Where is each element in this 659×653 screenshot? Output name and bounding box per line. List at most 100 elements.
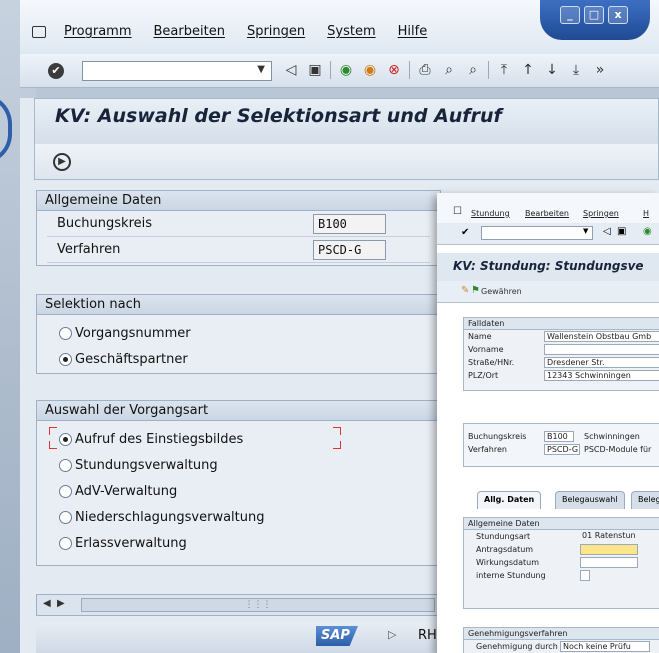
row-label: Stundungsart [476,532,531,541]
tab-belegauswahl[interactable]: Belegauswahl [555,491,625,509]
scroll-right-icon[interactable]: ▶ [57,598,65,609]
row-label: Genehmigung durch [476,642,558,651]
enter-icon[interactable]: ✔ [461,227,469,238]
buchungskreis-field[interactable]: B100 [313,214,386,234]
overlay-menu-item[interactable]: Stundung [471,209,510,218]
menu-bar: Programm Bearbeiten Springen System Hilf… [20,0,659,54]
row-value[interactable]: 12343 Schwinningen [544,370,659,381]
menu-item-programm[interactable]: Programm [64,24,132,39]
radio-button[interactable] [59,485,72,498]
row-label: PLZ/Ort [468,371,499,380]
group-header: Allgemeine Daten [464,518,659,530]
tab-beleg[interactable]: Beleg [631,491,659,509]
row-value[interactable] [544,344,659,355]
overlay-genehmigung: Genehmigungsverfahren Genehmigung durch … [463,627,659,653]
dropdown-arrow-icon[interactable]: ▼ [583,227,588,235]
command-field[interactable] [481,226,593,240]
toolbar-icons: ◁ ▣ ◉ ◉ ⊗ ⎙ ⌕ ⌕ ⤒ ↑ ↓ ⤓ » [282,60,609,80]
group-vorgangsart: Auswahl der Vorgangsart Aufruf des Einst… [36,400,441,566]
scroll-left-icon[interactable]: ◀ [43,598,51,609]
next-page-icon[interactable]: ↓ [543,60,561,80]
allg-row: Antragsdatum [464,543,659,556]
row-value[interactable]: Wallenstein Obstbau Gmb [544,331,659,342]
overlay-allg-daten: Allgemeine Daten Stundungsart 01 Ratenst… [463,517,659,609]
tab-allg-daten[interactable]: Allg. Daten [477,491,542,509]
first-page-icon[interactable]: ⤒ [495,60,513,80]
toolbar-separator [488,61,489,79]
row-value[interactable]: PSCD-G [544,444,580,455]
overlay-menu-bar: ☐ Stundung Bearbeiten Springen H [437,193,659,223]
row-label: Straße/HNr. [468,358,515,367]
overlay-title: KV: Stundung: Stundungsve [453,259,644,273]
focus-marker [49,427,57,435]
last-page-icon[interactable]: ⤓ [567,60,585,80]
radio-adv-verwaltung[interactable]: AdV-Verwaltung [37,479,440,505]
print-icon[interactable]: ⎙ [416,60,434,80]
grant-icon[interactable]: ✎ [461,285,469,296]
back-arrow-icon[interactable]: ◁ [282,60,300,80]
menu-item-bearbeiten[interactable]: Bearbeiten [154,24,225,39]
toolbar-overflow-icon[interactable]: » [591,60,609,80]
previous-page-icon[interactable]: ↑ [519,60,537,80]
cancel-icon[interactable]: ⊗ [385,60,403,80]
radio-button[interactable] [59,433,72,446]
row-value[interactable] [580,557,638,568]
radio-aufruf-einstiegsbild[interactable]: Aufruf des Einstiegsbildes [37,427,440,453]
gewaehren-button[interactable]: Gewähren [481,287,522,296]
row-value[interactable]: Noch keine Prüfu [560,641,650,652]
checkbox[interactable] [580,570,590,581]
enter-icon[interactable]: ✔ [48,63,64,79]
overlay-toolbar: ✔ ▼ ◁ ▣ ◉ [437,223,659,245]
overlay-menu-item[interactable]: H [643,209,649,218]
execute-icon[interactable]: ▶ [53,153,71,171]
scrollbar-thumb[interactable]: ⋮⋮⋮ [81,598,435,612]
sap-logo: SAP [316,626,358,646]
back-arrow-icon[interactable]: ◁ [603,226,611,237]
radio-button[interactable] [59,459,72,472]
radio-button[interactable] [59,537,72,550]
row-value[interactable] [580,544,638,555]
group-selektion-nach: Selektion nach Vorgangsnummer Geschäftsp… [36,294,441,374]
find-next-icon[interactable]: ⌕ [464,60,482,80]
row-value[interactable]: B100 [544,431,574,442]
menu-item-system[interactable]: System [327,24,375,39]
radio-button[interactable] [59,327,72,340]
horizontal-scrollbar[interactable]: ◀ ▶ ⋮⋮⋮ [36,594,441,616]
row-label: Antragsdatum [476,545,534,554]
row-value[interactable]: 01 Ratenstun [580,531,659,542]
back-icon[interactable]: ◉ [643,226,652,237]
status-expand-icon[interactable]: ▷ [388,628,396,641]
toolbar-separator [409,61,410,79]
exit-icon[interactable]: ◉ [361,60,379,80]
system-menu-icon[interactable] [32,26,46,38]
menu-item-springen[interactable]: Springen [247,24,305,39]
row-label: Buchungskreis [468,432,527,441]
overlay-falldaten: Falldaten Name Wallenstein Obstbau Gmb V… [463,317,659,391]
dropdown-arrow-icon[interactable]: ▼ [257,64,265,75]
radio-label: Niederschlagungsverwaltung [75,510,265,525]
menu-item-hilfe[interactable]: Hilfe [398,24,428,39]
overlay-menu-item[interactable]: Bearbeiten [525,209,569,218]
radio-button[interactable] [59,511,72,524]
radio-stundungsverwaltung[interactable]: Stundungsverwaltung [37,453,440,479]
row-value[interactable]: Dresdener Str. [544,357,659,368]
maximize-button[interactable]: □ [584,6,604,24]
save-icon[interactable]: ▣ [306,60,324,80]
flag-icon[interactable]: ⚑ [471,285,480,296]
row-text: Schwinningen [584,432,640,441]
close-button[interactable]: x [608,6,628,24]
radio-vorgangsnummer[interactable]: Vorgangsnummer [37,321,440,347]
radio-erlassverwaltung[interactable]: Erlassverwaltung [37,531,440,557]
system-menu-icon[interactable]: ☐ [453,206,462,217]
radio-button[interactable] [59,353,72,366]
find-icon[interactable]: ⌕ [440,60,458,80]
radio-geschaeftspartner[interactable]: Geschäftspartner [37,347,440,373]
minimize-button[interactable]: _ [560,6,580,24]
radio-niederschlagungsverwaltung[interactable]: Niederschlagungsverwaltung [37,505,440,531]
overlay-menu-item[interactable]: Springen [583,209,619,218]
back-icon[interactable]: ◉ [337,60,355,80]
save-icon[interactable]: ▣ [617,226,626,237]
verfahren-field[interactable]: PSCD-G [313,240,386,260]
verfahren-row: Verfahren PSCD-G [47,237,430,263]
command-field[interactable]: ▼ [82,61,272,81]
